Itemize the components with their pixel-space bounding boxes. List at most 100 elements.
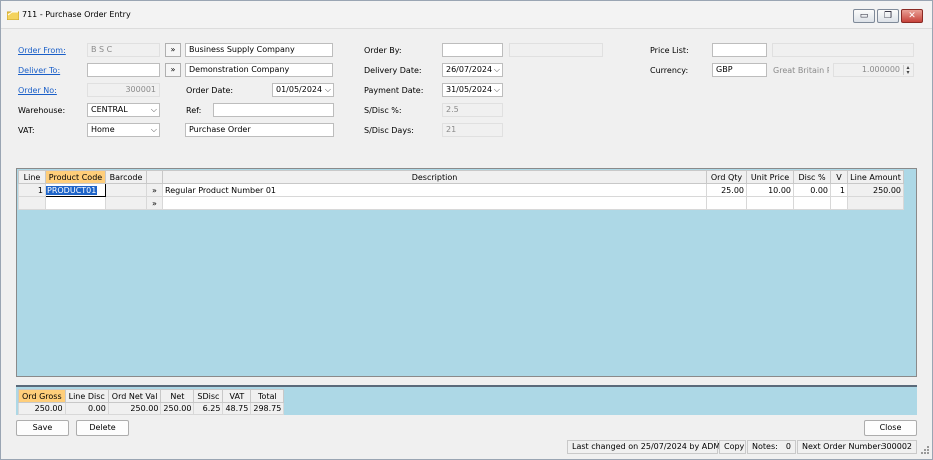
cell-product-code-editor[interactable]: PRODUCT01 <box>45 183 106 197</box>
col-header-line-amount[interactable]: Line Amount <box>847 170 904 184</box>
delivery-date-picker[interactable]: 26/07/2024 ⌵ <box>442 63 503 77</box>
app-icon <box>7 11 19 20</box>
order-from-picker-button[interactable]: » <box>165 43 181 57</box>
order-by-name-field <box>509 43 603 57</box>
cell-barcode[interactable] <box>105 196 147 210</box>
currency-name: Great Britain Pou <box>773 66 829 75</box>
row-picker-button[interactable]: » <box>146 183 163 197</box>
notes-count: 0 <box>785 442 791 451</box>
delete-button[interactable]: Delete <box>76 420 129 436</box>
minimize-button[interactable]: ▭ <box>853 9 875 23</box>
row-picker-button[interactable]: » <box>146 196 163 210</box>
next-order-number: 300002 <box>881 442 912 451</box>
table-row[interactable]: » <box>18 196 904 210</box>
close-window-button[interactable]: ✕ <box>901 9 923 23</box>
payment-date-value: 31/05/2024 <box>446 85 493 94</box>
deliver-to-code-field[interactable] <box>87 63 160 77</box>
close-button[interactable]: Close <box>864 420 917 436</box>
currency-label: Currency: <box>650 66 689 75</box>
order-lines-table: Line Product Code Barcode Description Or… <box>18 170 904 210</box>
col-header-barcode[interactable]: Barcode <box>105 170 147 184</box>
total-header-ord-net-val: Ord Net Val <box>107 389 162 403</box>
total-header-net: Net <box>160 389 195 403</box>
col-header-description[interactable]: Description <box>162 170 707 184</box>
cell-disc[interactable]: 0.00 <box>793 183 831 197</box>
exchange-rate-field: 1.000000 ▴ ▾ <box>833 63 914 77</box>
total-net: 250.00 <box>160 402 195 415</box>
copy-button[interactable]: Copy <box>719 440 746 454</box>
table-row[interactable]: 1 PRODUCT01 » Regular Product Number 01 … <box>18 183 904 197</box>
totals-header-row: Ord Gross Line Disc Ord Net Val Net SDis… <box>18 389 285 403</box>
order-from-name-field[interactable]: Business Supply Company <box>185 43 333 57</box>
cell-barcode[interactable] <box>105 183 147 197</box>
col-header-unit-price[interactable]: Unit Price <box>746 170 794 184</box>
chevron-down-icon: ⌵ <box>150 105 157 114</box>
col-header-line[interactable]: Line <box>18 170 46 184</box>
cell-ord-qty[interactable]: 25.00 <box>706 183 747 197</box>
cell-line-amount: 250.00 <box>847 183 904 197</box>
cell-unit-price[interactable]: 10.00 <box>746 183 794 197</box>
purchase-order-window: 711 - Purchase Order Entry ▭ ❐ ✕ Order F… <box>0 0 933 460</box>
ref-label: Ref: <box>186 106 202 115</box>
price-list-label: Price List: <box>650 46 689 55</box>
col-header-vat[interactable]: V <box>830 170 848 184</box>
order-date-picker[interactable]: 01/05/2024 ⌵ <box>272 83 334 97</box>
last-changed-text: Last changed on 25/07/2024 by ADM <box>567 440 720 454</box>
sdisc-days-label: S/Disc Days: <box>364 126 414 135</box>
col-header-product-code[interactable]: Product Code <box>45 170 106 184</box>
order-from-code: B S C <box>87 43 160 57</box>
cell-vat-code[interactable]: 1 <box>830 183 848 197</box>
col-header-ord-qty[interactable]: Ord Qty <box>706 170 747 184</box>
totals-table: Ord Gross Line Disc Ord Net Val Net SDis… <box>18 389 285 415</box>
exchange-rate-value: 1.000000 <box>861 65 900 74</box>
col-header-disc[interactable]: Disc % <box>793 170 831 184</box>
totals-panel: Ord Gross Line Disc Ord Net Val Net SDis… <box>16 385 917 415</box>
price-list-name-field <box>772 43 914 57</box>
chevron-down-icon: ⌵ <box>493 85 500 94</box>
doc-type-field[interactable]: Purchase Order <box>185 123 334 137</box>
resize-grip-icon[interactable] <box>920 445 930 455</box>
deliver-to-picker-button[interactable]: » <box>165 63 181 77</box>
cell-disc[interactable] <box>793 196 831 210</box>
order-by-field[interactable] <box>442 43 503 57</box>
restore-button[interactable]: ❐ <box>877 9 899 23</box>
next-order-label: Next Order Number: <box>802 442 884 451</box>
grid-header-row: Line Product Code Barcode Description Or… <box>18 170 904 184</box>
cell-unit-price[interactable] <box>746 196 794 210</box>
vat-select[interactable]: Home ⌵ <box>87 123 160 137</box>
warehouse-select[interactable]: CENTRAL ⌵ <box>87 103 160 117</box>
cell-vat-code[interactable] <box>830 196 848 210</box>
cell-line: 1 <box>18 183 46 197</box>
cell-ord-qty[interactable] <box>706 196 747 210</box>
total-sdisc: 6.25 <box>193 402 224 415</box>
cell-description[interactable]: Regular Product Number 01 <box>162 183 707 197</box>
title-bar: 711 - Purchase Order Entry ▭ ❐ ✕ <box>1 1 932 29</box>
totals-values-row: 250.00 0.00 250.00 250.00 6.25 48.75 298… <box>18 402 285 415</box>
status-bar: Last changed on 25/07/2024 by ADM Copy N… <box>1 438 932 459</box>
cell-product-code[interactable] <box>45 196 106 210</box>
payment-date-label: Payment Date: <box>364 86 424 95</box>
spinner-icon: ▴ ▾ <box>903 65 912 76</box>
order-no-link[interactable]: Order No: <box>18 86 57 95</box>
vat-value: Home <box>91 125 115 134</box>
order-date-label: Order Date: <box>186 86 234 95</box>
total-ord-gross: 250.00 <box>18 402 66 415</box>
notes-panel[interactable]: Notes: 0 <box>747 440 796 454</box>
order-no-field: 300001 <box>87 83 160 97</box>
sdisc-days-field: 21 <box>442 123 503 137</box>
cell-description[interactable] <box>162 196 707 210</box>
save-button[interactable]: Save <box>16 420 69 436</box>
payment-date-picker[interactable]: 31/05/2024 ⌵ <box>442 83 503 97</box>
chevron-down-icon: ⌵ <box>493 65 500 74</box>
cell-line-amount <box>847 196 904 210</box>
total-line-disc: 0.00 <box>64 402 109 415</box>
deliver-to-link[interactable]: Deliver To: <box>18 66 60 75</box>
order-from-link[interactable]: Order From: <box>18 46 66 55</box>
cell-line <box>18 196 46 210</box>
price-list-field[interactable] <box>712 43 767 57</box>
order-lines-grid[interactable]: Line Product Code Barcode Description Or… <box>16 168 917 377</box>
ref-field[interactable] <box>213 103 334 117</box>
deliver-to-name-field[interactable]: Demonstration Company <box>185 63 333 77</box>
total-ord-net-val: 250.00 <box>107 402 162 415</box>
currency-code-field[interactable]: GBP <box>712 63 767 77</box>
